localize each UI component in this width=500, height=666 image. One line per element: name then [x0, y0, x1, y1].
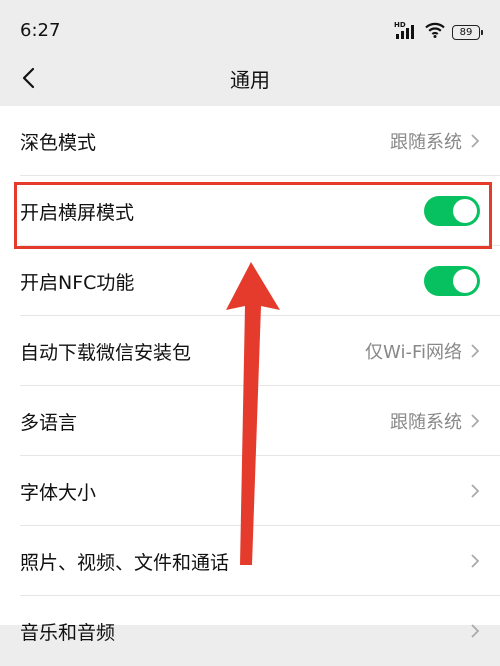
battery-icon: 89	[452, 24, 483, 40]
setting-label: 深色模式	[20, 131, 97, 154]
status-time: 6:27	[20, 20, 61, 41]
setting-label: 音乐和音频	[20, 621, 116, 644]
battery-level: 89	[459, 26, 473, 38]
chevron-right-icon	[471, 134, 480, 148]
setting-label: 自动下载微信安装包	[20, 341, 192, 364]
status-bar: 6:27 HD 89	[0, 0, 500, 58]
chevron-right-icon	[471, 624, 480, 638]
setting-label: 开启横屏模式	[20, 201, 135, 224]
setting-dark-mode[interactable]: 深色模式 跟随系统	[0, 106, 500, 176]
setting-label: 照片、视频、文件和通话	[20, 551, 230, 574]
setting-nfc: 开启NFC功能	[0, 246, 500, 316]
setting-auto-download[interactable]: 自动下载微信安装包 仅Wi-Fi网络	[0, 316, 500, 386]
chevron-right-icon	[471, 344, 480, 358]
setting-label: 多语言	[20, 411, 78, 434]
status-icons: HD 89	[394, 21, 483, 42]
wifi-icon	[425, 22, 445, 42]
chevron-right-icon	[471, 554, 480, 568]
setting-font-size[interactable]: 字体大小	[0, 456, 500, 526]
setting-value: 仅Wi-Fi网络	[365, 342, 462, 363]
setting-music-audio[interactable]: 音乐和音频	[0, 596, 500, 666]
page-title: 通用	[230, 68, 270, 92]
setting-language[interactable]: 多语言 跟随系统	[0, 386, 500, 456]
chevron-right-icon	[471, 484, 480, 498]
toggle-knob	[453, 269, 477, 293]
setting-value: 跟随系统	[390, 412, 462, 433]
setting-landscape-mode: 开启横屏模式	[0, 176, 500, 246]
setting-label: 字体大小	[20, 481, 97, 504]
settings-list: 深色模式 跟随系统 开启横屏模式 开启NFC功能 自动下载微信安装包 仅Wi-F…	[0, 106, 500, 644]
nfc-toggle[interactable]	[424, 266, 480, 296]
setting-label: 开启NFC功能	[20, 271, 135, 294]
landscape-mode-toggle[interactable]	[424, 196, 480, 226]
nav-bar: 通用	[0, 58, 500, 106]
setting-value: 跟随系统	[390, 132, 462, 153]
chevron-right-icon	[471, 414, 480, 428]
setting-media-files[interactable]: 照片、视频、文件和通话	[0, 526, 500, 596]
hd-signal-icon: HD	[394, 21, 418, 40]
toggle-knob	[453, 199, 477, 223]
